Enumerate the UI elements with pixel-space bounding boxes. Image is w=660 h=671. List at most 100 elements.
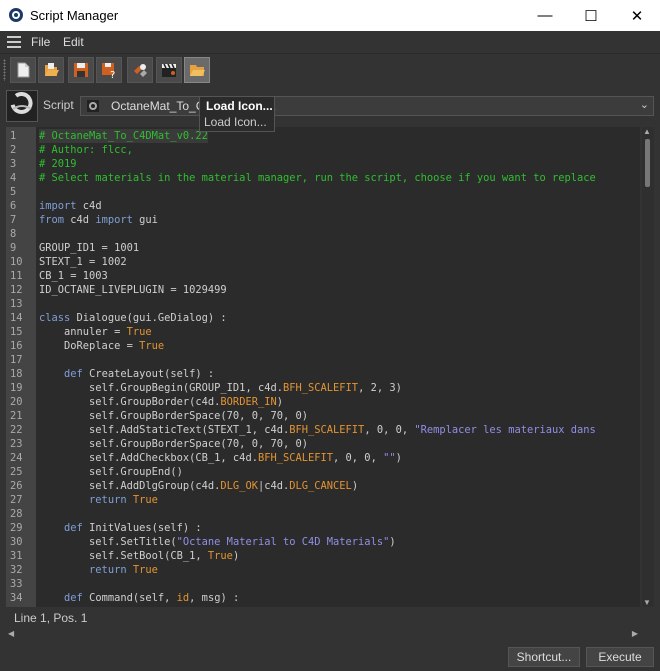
scroll-right-icon[interactable]: ▶ [632, 629, 638, 638]
code-line: 21 self.GroupBorderSpace(70, 0, 70, 0) [6, 409, 640, 423]
record-macro-button[interactable] [156, 57, 182, 83]
code-line: 30 self.SetTitle("Octane Material to C4D… [6, 535, 640, 549]
code-line: 9 GROUP_ID1 = 1001 [6, 241, 640, 255]
menu-file[interactable]: File [31, 35, 50, 49]
execute-button[interactable]: Execute [586, 647, 654, 667]
save-script-icon [74, 63, 88, 77]
horizontal-scrollbar[interactable]: ◀ ▶ [6, 629, 652, 641]
line-number: 14 [10, 312, 23, 324]
code-line: 27 return True [6, 493, 640, 507]
close-button[interactable]: ✕ [614, 0, 660, 31]
line-text: self.AddCheckbox(CB_1, c4d.BFH_SCALEFIT,… [39, 452, 402, 464]
line-text: # OctaneMat_To_C4DMat_v0.22 [39, 129, 208, 143]
tooltip: Load Icon... Load Icon... [199, 96, 275, 132]
menu-bar: File Edit [0, 31, 660, 53]
save-script-button[interactable] [68, 57, 94, 83]
script-selector-row: Script OctaneMat_To_C4DMat_v0.22 ⌄ [0, 86, 660, 124]
line-number: 13 [10, 298, 23, 310]
toolbar: ? [0, 53, 660, 86]
line-number: 18 [10, 368, 23, 380]
line-number: 26 [10, 480, 23, 492]
maximize-icon: ☐ [584, 7, 598, 25]
load-icon-button[interactable] [184, 57, 210, 83]
hamburger-menu-icon[interactable] [7, 36, 21, 48]
line-text: class Dialogue(gui.GeDialog) : [39, 312, 227, 324]
line-number: 32 [10, 564, 23, 576]
new-script-button[interactable] [10, 57, 36, 83]
script-dropdown[interactable]: OctaneMat_To_C4DMat_v0.22 ⌄ [80, 96, 654, 116]
line-text: def InitValues(self) : [64, 522, 202, 534]
scroll-left-icon[interactable]: ◀ [8, 629, 14, 638]
code-line: 33 [6, 577, 640, 591]
line-text: self.GroupBegin(GROUP_ID1, c4d.BFH_SCALE… [39, 382, 402, 394]
line-text: STEXT_1 = 1002 [39, 256, 127, 268]
scroll-thumb[interactable] [645, 139, 650, 187]
line-number: 35 [10, 605, 23, 607]
code-line: 14 class Dialogue(gui.GeDialog) : [6, 311, 640, 325]
code-line: 19 self.GroupBegin(GROUP_ID1, c4d.BFH_SC… [6, 381, 640, 395]
open-script-button[interactable] [38, 57, 64, 83]
new-script-icon [17, 62, 30, 78]
code-line: 12 ID_OCTANE_LIVEPLUGIN = 1029499 [6, 283, 640, 297]
line-number: 25 [10, 466, 23, 478]
code-line: 16 DoReplace = True [6, 339, 640, 353]
status-bar: Line 1, Pos. 1 [6, 608, 640, 628]
line-number: 2 [10, 144, 17, 156]
save-as-button[interactable]: ? [96, 57, 122, 83]
folder-icon [190, 65, 205, 76]
line-number: 23 [10, 438, 23, 450]
line-number: 3 [10, 158, 17, 170]
open-script-icon [45, 63, 59, 76]
maximize-button[interactable]: ☐ [568, 0, 614, 31]
vertical-scrollbar[interactable]: ▲ ▼ [642, 127, 654, 607]
line-text: self.GroupBorderSpace(70, 0, 70, 0) [39, 438, 308, 450]
code-line: 5 [6, 185, 640, 199]
code-line: 26 self.AddDlgGroup(c4d.DLG_OK|c4d.DLG_C… [6, 479, 640, 493]
line-text: if id == c4d.DLG_OK: [39, 605, 214, 607]
line-text: self.GroupEnd() [39, 466, 183, 478]
code-line: 24 self.AddCheckbox(CB_1, c4d.BFH_SCALEF… [6, 451, 640, 465]
minimize-icon: — [537, 7, 553, 24]
minimize-button[interactable]: — [522, 0, 568, 31]
line-text: self.AddStaticText(STEXT_1, c4d.BFH_SCAL… [39, 424, 596, 436]
code-line: 35 if id == c4d.DLG_OK: [6, 605, 640, 607]
code-line: 18 def CreateLayout(self) : [6, 367, 640, 381]
code-line: 7 from c4d import gui [6, 213, 640, 227]
line-text: ID_OCTANE_LIVEPLUGIN = 1029499 [39, 284, 227, 296]
code-editor[interactable]: 1 # OctaneMat_To_C4DMat_v0.22 2 # Author: f… [6, 127, 640, 607]
line-number: 20 [10, 396, 23, 408]
script-icon-preview[interactable] [6, 90, 38, 122]
shortcut-button[interactable]: Shortcut... [508, 647, 580, 667]
tooltip-title: Load Icon... [206, 99, 273, 113]
scroll-up-icon[interactable]: ▲ [643, 127, 651, 136]
toolbar-grip[interactable] [3, 59, 6, 81]
line-number: 4 [10, 172, 17, 184]
code-line: 11 CB_1 = 1003 [6, 269, 640, 283]
line-number: 6 [10, 200, 17, 212]
line-text: # Select materials in the material manag… [39, 172, 596, 184]
line-text: # Author: flcc, [39, 144, 133, 156]
close-icon: ✕ [630, 7, 644, 25]
execute-script-button[interactable] [127, 57, 153, 83]
line-text: annuler = True [39, 326, 152, 338]
line-number: 24 [10, 452, 23, 464]
line-number: 34 [10, 592, 23, 604]
cinema4d-app-icon [9, 8, 23, 22]
line-text: self.SetBool(CB_1, True) [39, 550, 240, 562]
code-line: 32 return True [6, 563, 640, 577]
line-number: 31 [10, 550, 23, 562]
code-line: 25 self.GroupEnd() [6, 465, 640, 479]
code-line: 6 import c4d [6, 199, 640, 213]
line-number: 30 [10, 536, 23, 548]
line-number: 8 [10, 228, 17, 240]
line-text: DoReplace = True [39, 340, 165, 352]
save-as-icon: ? [102, 63, 115, 79]
code-line: 10 STEXT_1 = 1002 [6, 255, 640, 269]
menu-edit[interactable]: Edit [63, 35, 84, 49]
script-file-icon [87, 100, 99, 112]
scroll-down-icon[interactable]: ▼ [643, 598, 651, 607]
execute-icon [134, 64, 147, 77]
tooltip-text: Load Icon... [204, 115, 267, 129]
code-line: 31 self.SetBool(CB_1, True) [6, 549, 640, 563]
window-title: Script Manager [30, 8, 119, 23]
